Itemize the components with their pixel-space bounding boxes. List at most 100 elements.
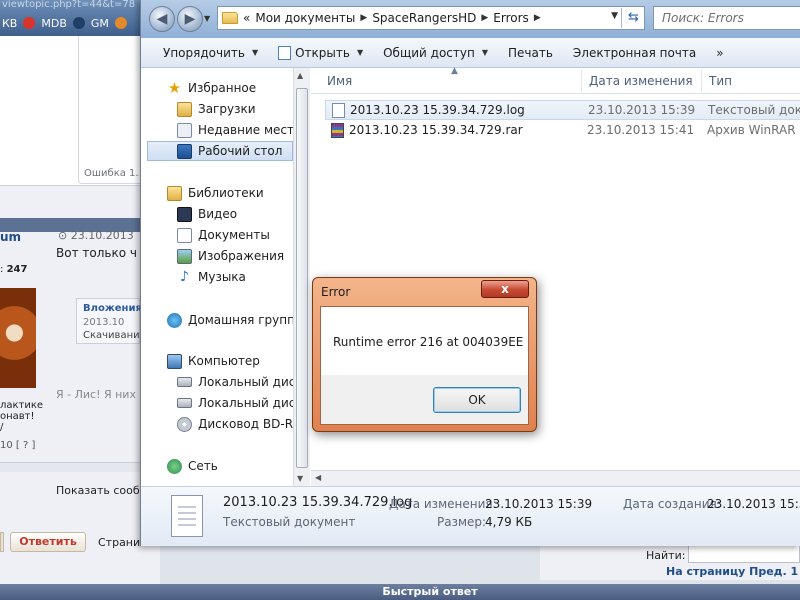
- reply-button[interactable]: Ответить: [10, 532, 86, 552]
- column-type[interactable]: Тип: [709, 74, 732, 88]
- chevron-right-icon[interactable]: ▶: [481, 13, 488, 23]
- bookmark-mdb[interactable]: MDB: [41, 17, 67, 30]
- optical-disc-icon: [177, 416, 192, 432]
- nav-label: Изображения: [198, 249, 285, 263]
- bookmark-gm[interactable]: GM: [91, 17, 109, 30]
- user-title-line: /: [0, 422, 4, 433]
- chevron-right-icon[interactable]: ▶: [534, 13, 541, 23]
- chevron-right-icon[interactable]: ▶: [360, 13, 367, 23]
- column-divider[interactable]: [581, 70, 582, 92]
- quick-reply-bar[interactable]: Быстрый ответ: [0, 584, 800, 600]
- breadcrumb-spacerangers[interactable]: SpaceRangersHD: [372, 11, 476, 25]
- browser-url-fragment: viewtopic.php?t=44&t=78: [2, 0, 136, 10]
- more-commands-button[interactable]: »: [706, 46, 733, 60]
- file-list-hscrollbar[interactable]: ◀: [311, 470, 800, 486]
- error-dialog: Error x Runtime error 216 at 004039EE OK: [312, 277, 537, 432]
- recent-places-icon: [177, 122, 192, 138]
- message-count: : 247: [0, 264, 28, 275]
- forum-scrollbar[interactable]: [0, 462, 140, 472]
- bookmark-kv[interactable]: КВ: [2, 17, 17, 30]
- share-button[interactable]: Общий доступ ▼: [373, 46, 498, 60]
- find-input[interactable]: [688, 545, 800, 563]
- nav-downloads[interactable]: Загрузки: [141, 99, 293, 119]
- nav-documents[interactable]: Документы: [141, 225, 293, 245]
- refresh-button[interactable]: ⇆: [621, 8, 645, 28]
- file-type: Архив WinRAR: [707, 123, 796, 137]
- nav-bd-drive[interactable]: Дисковод BD-ROI: [141, 414, 306, 434]
- dialog-message: Runtime error 216 at 004039EE: [333, 335, 524, 349]
- organize-button[interactable]: Упорядочить ▼: [141, 46, 268, 60]
- nav-homegroup[interactable]: Домашняя группа: [141, 310, 302, 330]
- opera-icon[interactable]: [23, 17, 36, 29]
- winrar-archive-icon: [331, 123, 344, 138]
- show-posts-filter[interactable]: Показать сооб: [56, 484, 140, 497]
- nav-desktop[interactable]: Рабочий стол: [147, 141, 293, 161]
- dialog-body: Runtime error 216 at 004039EE OK: [320, 306, 529, 425]
- column-date-modified[interactable]: Дата изменения: [589, 74, 693, 88]
- details-file-name: 2013.10.23 15.39.34.729.log: [223, 495, 413, 510]
- find-label: Найти:: [646, 549, 686, 562]
- nav-music[interactable]: ♪ Музыка: [141, 267, 293, 287]
- column-name[interactable]: Имя: [327, 74, 352, 88]
- search-input[interactable]: Поиск: Errors: [653, 6, 800, 30]
- file-name: 2013.10.23 15.39.34.729.rar: [349, 123, 523, 137]
- navigation-scrollbar[interactable]: ▲ ▼: [293, 68, 310, 486]
- wot-icon[interactable]: [114, 17, 127, 29]
- post-status-text: Ошибка 1.: [84, 168, 139, 179]
- chevron-down-icon: ▼: [204, 14, 211, 23]
- forward-button[interactable]: ▶: [177, 6, 203, 32]
- open-button[interactable]: Открыть ▼: [268, 45, 373, 60]
- breadcrumb-overflow[interactable]: «: [243, 11, 250, 25]
- hard-drive-icon: [177, 377, 192, 387]
- address-bar[interactable]: « Мои документы ▶ SpaceRangersHD ▶ Error…: [217, 6, 645, 30]
- file-type: Текстовый докум: [708, 103, 800, 117]
- nav-video[interactable]: Видео: [141, 204, 293, 224]
- nav-recent-places[interactable]: Недавние места: [141, 120, 301, 140]
- file-row-log[interactable]: 2013.10.23 15.39.34.729.log 23.10.2013 1…: [325, 100, 800, 120]
- share-label: Общий доступ: [383, 45, 475, 60]
- post-date-text: 23.10.2013: [70, 229, 134, 242]
- column-divider[interactable]: [701, 70, 702, 92]
- nav-favorites[interactable]: ★ Избранное: [141, 78, 293, 98]
- nav-images[interactable]: Изображения: [141, 246, 293, 266]
- post-signature: Я - Лис! Я них: [56, 388, 136, 401]
- dialog-close-button[interactable]: x: [481, 280, 529, 298]
- reputation[interactable]: 10 [ ? ]: [0, 440, 35, 451]
- nav-libraries[interactable]: Библиотеки: [141, 183, 293, 203]
- nav-label: Избранное: [188, 81, 257, 95]
- nav-local-disk-c[interactable]: Локальный диск: [141, 372, 303, 392]
- attachment-date[interactable]: 2013.10: [83, 317, 124, 328]
- scrollbar-thumb[interactable]: [296, 88, 308, 468]
- forum-page: Ошибка 1. um ⊙ 23.10.2013 : 247 Вот толь…: [0, 36, 160, 600]
- scroll-left-icon[interactable]: ◀: [315, 473, 321, 482]
- chevron-down-icon: ▼: [481, 48, 488, 57]
- command-bar: Упорядочить ▼ Открыть ▼ Общий доступ ▼ Печа…: [141, 38, 800, 68]
- breadcrumb-my-documents[interactable]: Мои документы: [255, 11, 355, 25]
- recent-pages-dropdown[interactable]: ▼: [204, 14, 210, 23]
- nav-label: Сеть: [188, 459, 218, 473]
- navigation-pane: ★ Избранное Загрузки Недавние места Рабоч…: [141, 68, 306, 486]
- nav-local-disk-d[interactable]: Локальный диск: [141, 393, 303, 413]
- arrow-right-icon: ▶: [184, 11, 196, 27]
- page-navigation[interactable]: На страницу Пред. 1 ...: [666, 565, 800, 578]
- post-username[interactable]: um: [0, 230, 21, 244]
- print-button[interactable]: Печать: [498, 46, 563, 60]
- nav-network[interactable]: Сеть: [141, 456, 293, 476]
- scroll-up-icon[interactable]: ▲: [297, 71, 303, 80]
- forum-prev-button[interactable]: [0, 532, 4, 552]
- file-row-rar[interactable]: 2013.10.23 15.39.34.729.rar 23.10.2013 1…: [325, 121, 800, 141]
- scroll-down-icon[interactable]: ▼: [297, 474, 303, 483]
- email-button[interactable]: Электронная почта: [563, 46, 706, 60]
- ok-button[interactable]: OK: [433, 387, 521, 413]
- quick-reply-label: Быстрый ответ: [382, 585, 478, 598]
- breadcrumb-errors[interactable]: Errors: [493, 11, 529, 25]
- nav-computer[interactable]: Компьютер: [141, 351, 293, 371]
- organize-label: Упорядочить: [163, 45, 245, 60]
- explorer-titlebar: ◀ ▶ ▼ « Мои документы ▶ SpaceRangersHD ▶…: [141, 0, 800, 38]
- file-name: 2013.10.23 15.39.34.729.log: [350, 103, 525, 117]
- address-dropdown-icon[interactable]: ▼: [611, 11, 618, 21]
- back-button[interactable]: ◀: [149, 6, 175, 32]
- chevron-down-icon: ▼: [356, 48, 364, 57]
- gear-icon[interactable]: [72, 17, 85, 29]
- computer-icon: [167, 353, 182, 369]
